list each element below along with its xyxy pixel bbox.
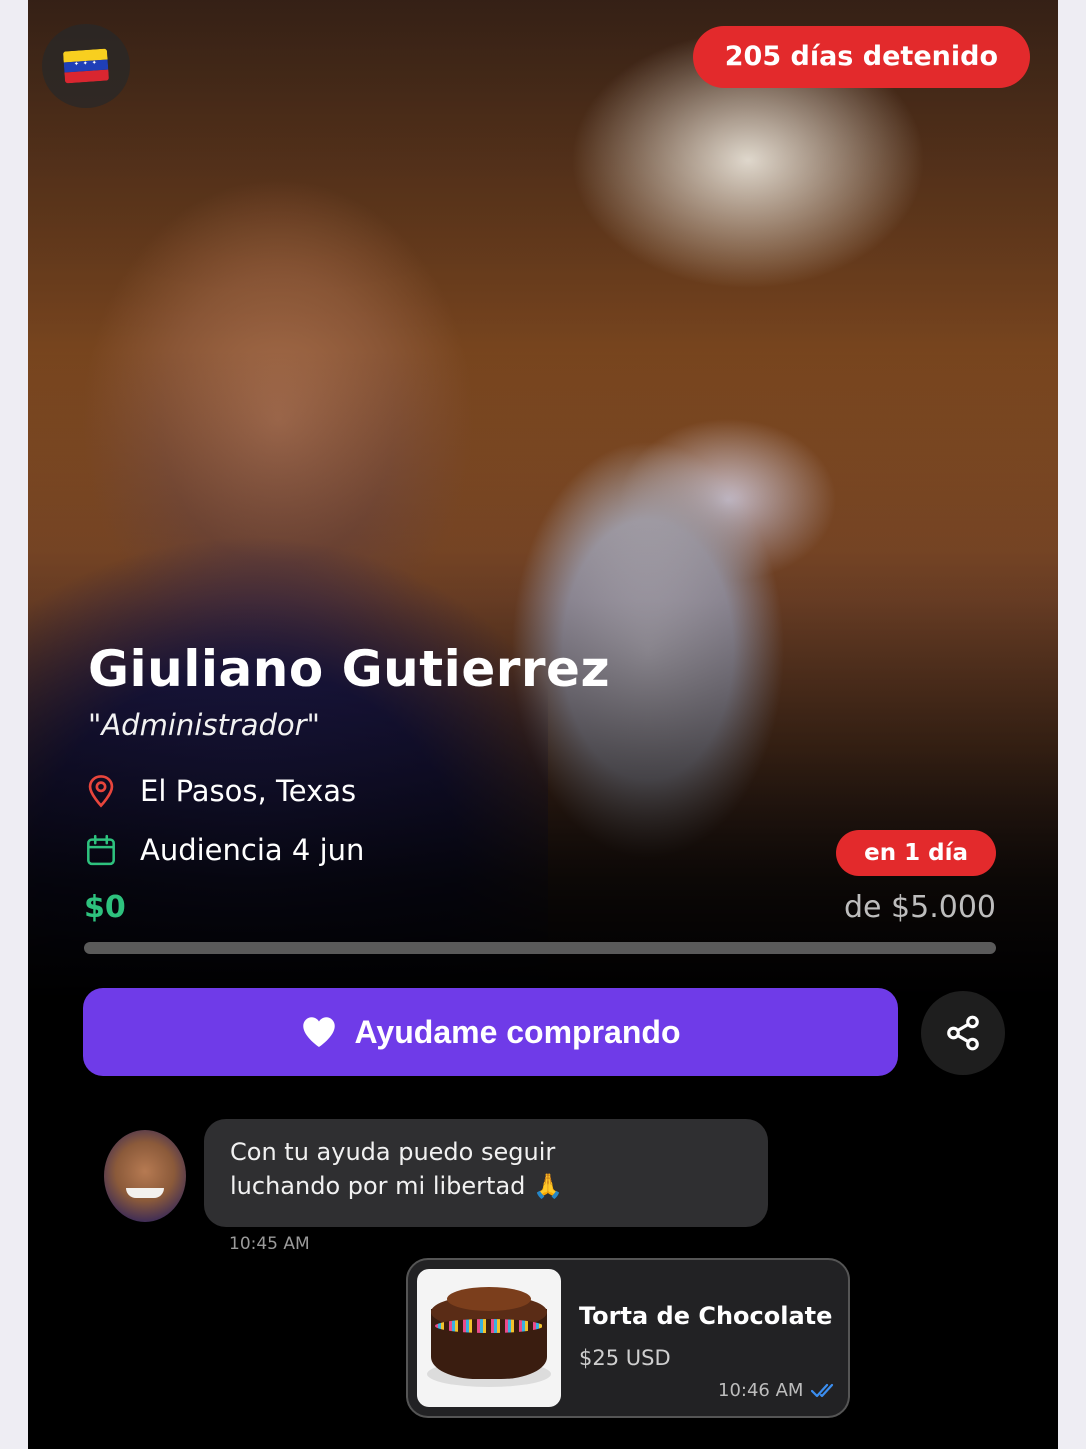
message-line-1: Con tu ayuda puedo seguir [230, 1138, 556, 1166]
product-timestamp-row: 10:46 AM [718, 1380, 839, 1401]
location-pin-icon [88, 775, 114, 808]
profile-role: "Administrador" [88, 708, 320, 742]
country-flag-button[interactable] [42, 24, 130, 108]
share-icon [947, 1015, 979, 1051]
location-row: El Pasos, Texas [86, 774, 356, 808]
chat-message-bubble: Con tu ayuda puedo seguir luchando por m… [204, 1119, 768, 1227]
days-detained-badge: 205 días detenido [692, 26, 1030, 88]
heart-icon [302, 1017, 335, 1047]
help-button-label: Ayudame comprando [354, 1013, 681, 1050]
chocolate-cake-image [417, 1269, 561, 1407]
sender-avatar[interactable] [104, 1130, 186, 1222]
product-card[interactable]: Torta de Chocolate $25 USD 10:46 AM [406, 1258, 850, 1418]
double-check-icon [811, 1383, 834, 1397]
funding-progress-bar [84, 942, 996, 954]
hearing-countdown-badge: en 1 día [836, 830, 996, 876]
share-button[interactable] [921, 991, 1005, 1075]
product-name: Torta de Chocolate [579, 1302, 833, 1330]
hearing-text: Audiencia 4 jun [140, 833, 365, 867]
location-text: El Pasos, Texas [140, 774, 357, 808]
calendar-icon [87, 834, 115, 866]
product-timestamp: 10:46 AM [718, 1380, 804, 1401]
message-line-2: luchando por mi libertad 🙏 [230, 1172, 563, 1200]
help-by-buying-button[interactable]: Ayudame comprando [83, 988, 898, 1076]
message-timestamp: 10:45 AM [229, 1234, 310, 1254]
profile-name: Giuliano Gutierrez [88, 640, 611, 698]
profile-card: 205 días detenido Giuliano Gutierrez "Ad… [28, 0, 1058, 1449]
funding-goal: de $5.000 [843, 890, 996, 925]
venezuela-flag-icon [62, 48, 110, 84]
hearing-row: Audiencia 4 jun [86, 833, 364, 867]
product-price: $25 USD [579, 1346, 671, 1370]
amount-raised: $0 [84, 890, 126, 925]
